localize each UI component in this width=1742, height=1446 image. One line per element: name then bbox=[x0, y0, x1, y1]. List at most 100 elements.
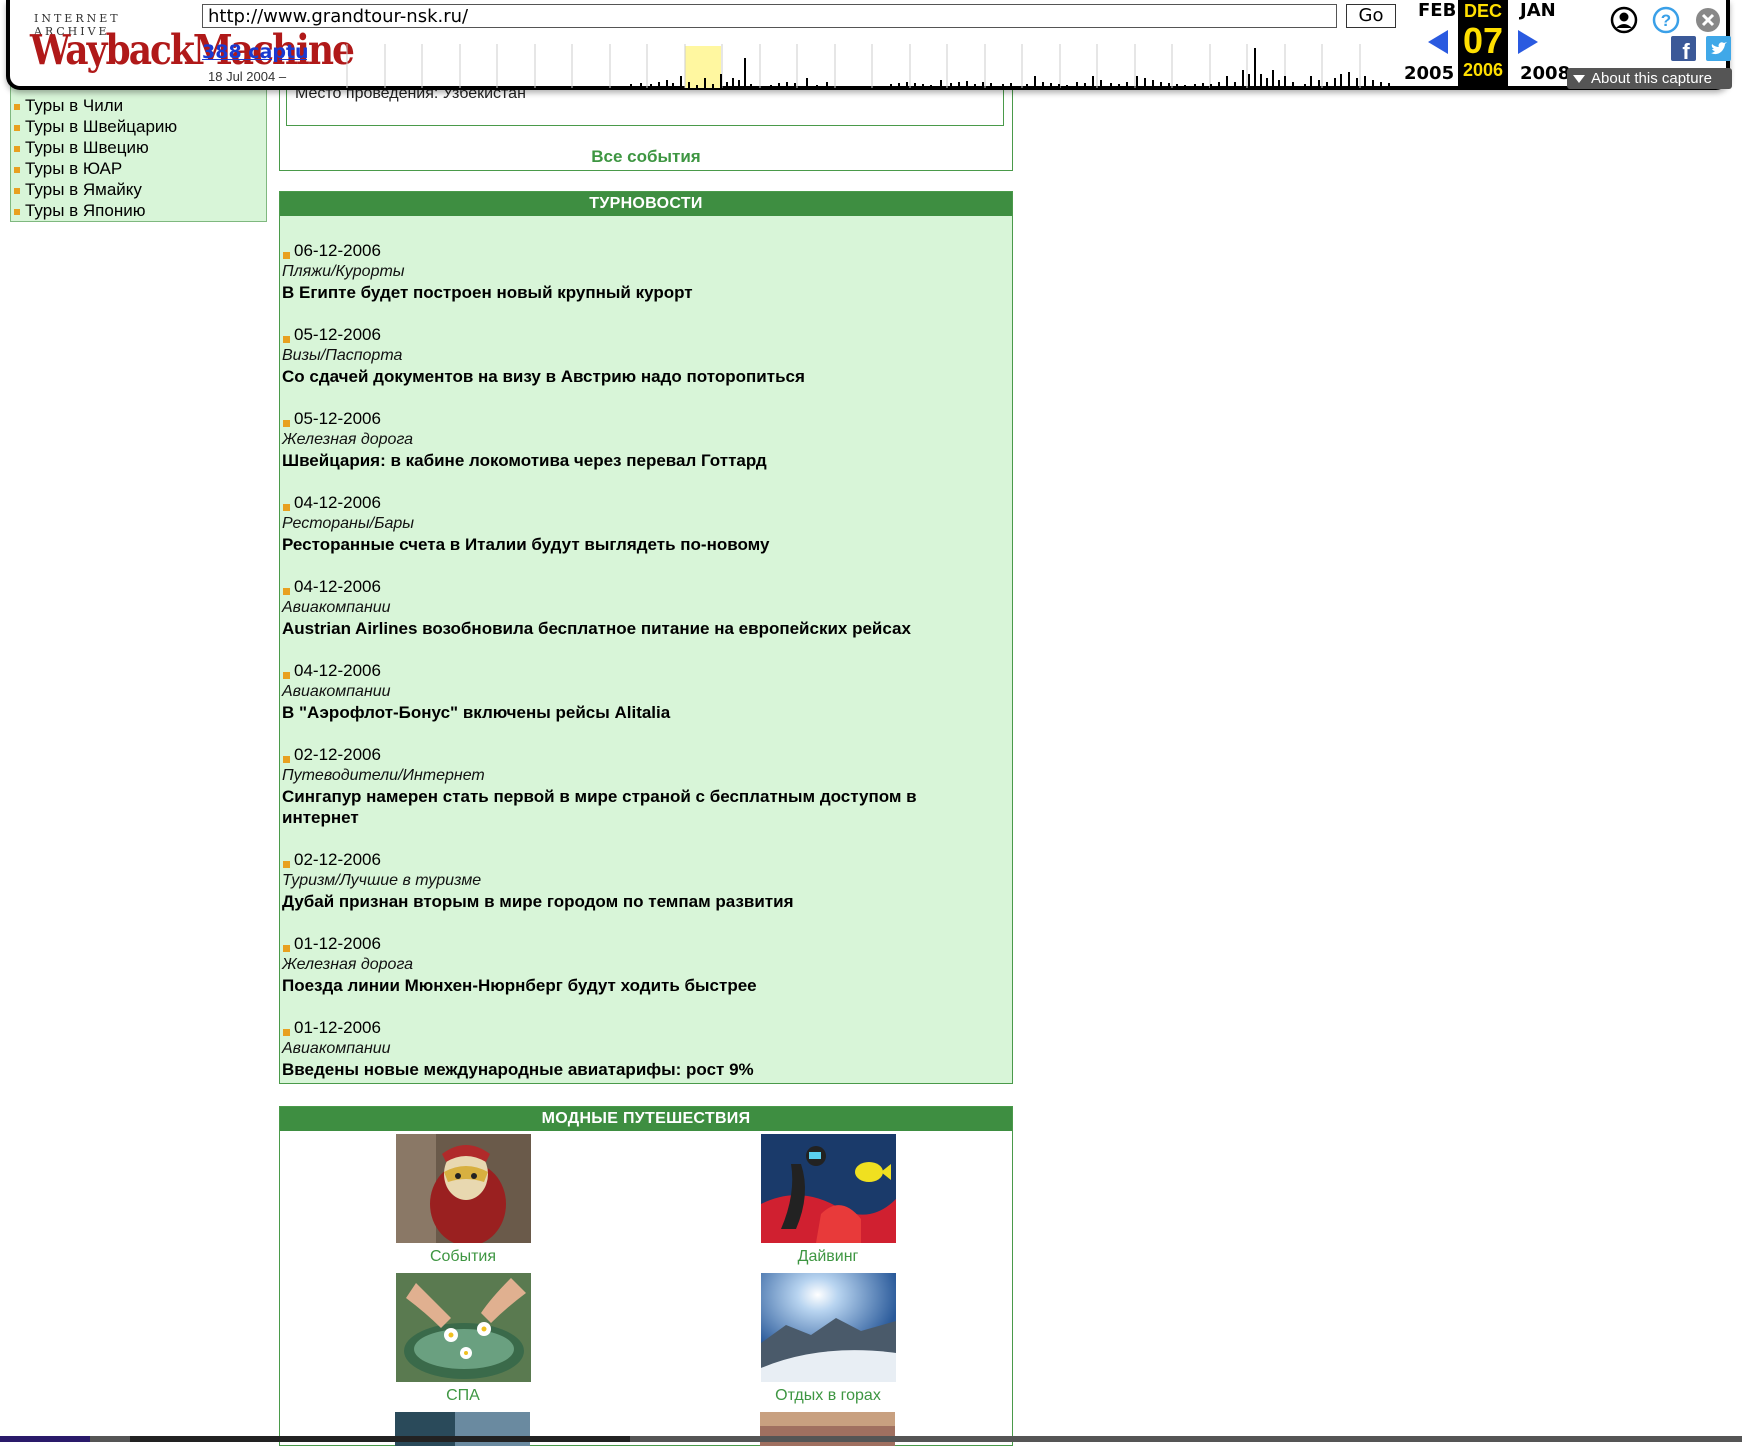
sparkline-bar[interactable] bbox=[794, 83, 796, 88]
sparkline-bar[interactable] bbox=[726, 82, 728, 88]
news-title-link[interactable]: Сингапур намерен стать первой в мире стр… bbox=[282, 786, 982, 828]
sparkline-bar[interactable] bbox=[1284, 76, 1286, 88]
sparkline-bar[interactable] bbox=[1348, 72, 1350, 88]
sparkline-bar[interactable] bbox=[630, 84, 632, 88]
sparkline-bar[interactable] bbox=[1334, 78, 1336, 88]
sparkline-bar[interactable] bbox=[744, 58, 746, 88]
sparkline-bar[interactable] bbox=[1092, 76, 1094, 88]
sparkline-bar[interactable] bbox=[712, 84, 714, 88]
sparkline-bar[interactable] bbox=[1310, 76, 1312, 88]
sparkline-bar[interactable] bbox=[966, 81, 968, 88]
sparkline-bar[interactable] bbox=[1066, 85, 1068, 88]
news-title-link[interactable]: В Египте будет построен новый крупный ку… bbox=[282, 282, 982, 303]
sparkline-bar[interactable] bbox=[750, 84, 752, 88]
sparkline-bar[interactable] bbox=[806, 78, 808, 88]
sparkline-bar[interactable] bbox=[1292, 82, 1294, 88]
events-masquerade-image[interactable] bbox=[395, 1134, 531, 1243]
url-input[interactable] bbox=[202, 4, 1337, 28]
user-icon[interactable] bbox=[1610, 6, 1638, 34]
sparkline-bar[interactable] bbox=[958, 82, 960, 88]
sparkline-bar[interactable] bbox=[1254, 48, 1256, 88]
sparkline-bar[interactable] bbox=[1318, 80, 1320, 88]
sparkline-bar[interactable] bbox=[940, 80, 942, 88]
sparkline-bar[interactable] bbox=[914, 83, 916, 88]
tile-caption[interactable]: СПА bbox=[393, 1387, 533, 1405]
sparkline-bar[interactable] bbox=[990, 83, 992, 88]
sparkline-bar[interactable] bbox=[1026, 84, 1028, 88]
sparkline-bar[interactable] bbox=[1364, 76, 1366, 88]
sidebar-item-south-africa[interactable]: Туры в ЮАР bbox=[11, 158, 266, 179]
sparkline-bar[interactable] bbox=[1226, 76, 1228, 88]
sparkline-bar[interactable] bbox=[1076, 82, 1078, 88]
sparkline-bar[interactable] bbox=[1340, 74, 1342, 88]
sparkline-bar[interactable] bbox=[1160, 82, 1162, 88]
sparkline-bar[interactable] bbox=[650, 84, 652, 88]
sparkline-bar[interactable] bbox=[672, 83, 674, 88]
captures-link[interactable]: 388 captur bbox=[202, 41, 307, 63]
sparkline-bar[interactable] bbox=[1058, 84, 1060, 88]
twitter-icon[interactable] bbox=[1706, 36, 1731, 61]
sidebar-item-chile[interactable]: Туры в Чили bbox=[11, 95, 266, 116]
news-title-link[interactable]: Швейцария: в кабине локомотива через пер… bbox=[282, 450, 982, 471]
sparkline-bar[interactable] bbox=[704, 78, 706, 88]
sparkline-bar[interactable] bbox=[658, 82, 660, 88]
sparkline-bar[interactable] bbox=[1202, 83, 1204, 88]
tile-events[interactable]: События bbox=[393, 1134, 533, 1266]
all-events-link[interactable]: Все события bbox=[280, 147, 1012, 167]
sparkline-bar[interactable] bbox=[770, 85, 772, 88]
facebook-icon[interactable]: f bbox=[1671, 36, 1696, 61]
sparkline-bar[interactable] bbox=[1248, 74, 1250, 88]
sparkline-bar[interactable] bbox=[1372, 80, 1374, 88]
news-title-link[interactable]: В "Аэрофлот-Бонус" включены рейсы Alital… bbox=[282, 702, 982, 723]
sidebar-item-jamaica[interactable]: Туры в Ямайку bbox=[11, 179, 266, 200]
sparkline-bar[interactable] bbox=[1234, 82, 1236, 88]
go-button[interactable]: Go bbox=[1346, 4, 1396, 28]
sparkline-bar[interactable] bbox=[732, 78, 734, 88]
sparkline-bar[interactable] bbox=[696, 85, 698, 88]
sparkline-bar[interactable] bbox=[720, 74, 722, 88]
tile-caption[interactable]: Дайвинг bbox=[758, 1248, 898, 1266]
prev-capture-arrow-icon[interactable] bbox=[1428, 30, 1448, 54]
sparkline-bar[interactable] bbox=[1118, 84, 1120, 88]
sidebar-item-sweden[interactable]: Туры в Швецию bbox=[11, 137, 266, 158]
sparkline-bar[interactable] bbox=[1034, 76, 1036, 88]
sparkline-bar[interactable] bbox=[680, 76, 682, 88]
tile-diving[interactable]: Дайвинг bbox=[758, 1134, 898, 1266]
sparkline-bar[interactable] bbox=[1218, 82, 1220, 88]
spa-image[interactable] bbox=[395, 1273, 531, 1382]
sparkline-bar[interactable] bbox=[1194, 84, 1196, 88]
tile-spa[interactable]: СПА bbox=[393, 1273, 533, 1405]
sparkline-bar[interactable] bbox=[666, 80, 668, 88]
sparkline-bar[interactable] bbox=[930, 85, 932, 88]
sparkline-bar[interactable] bbox=[1210, 84, 1212, 88]
sparkline-bar[interactable] bbox=[786, 82, 788, 88]
mountains-image[interactable] bbox=[760, 1273, 896, 1382]
sparkline-bar[interactable] bbox=[1010, 83, 1012, 88]
sparkline-bar[interactable] bbox=[778, 83, 780, 88]
sparkline-bar[interactable] bbox=[1388, 83, 1390, 88]
tile-mountains[interactable]: Отдых в горах bbox=[758, 1273, 898, 1405]
wayback-logo[interactable]: INTERNET ARCHIVE WaybackMachine bbox=[22, 8, 355, 74]
diving-image[interactable] bbox=[760, 1134, 896, 1243]
sparkline-bar[interactable] bbox=[1050, 83, 1052, 88]
sparkline-bar[interactable] bbox=[1042, 82, 1044, 88]
sparkline-bar[interactable] bbox=[1184, 85, 1186, 88]
news-title-link[interactable]: Ресторанные счета в Италии будут выгляде… bbox=[282, 534, 982, 555]
sparkline-bar[interactable] bbox=[1356, 78, 1358, 88]
close-icon[interactable] bbox=[1694, 6, 1722, 34]
prev-year[interactable]: 2005 bbox=[1404, 63, 1454, 84]
sparkline-bar[interactable] bbox=[1110, 83, 1112, 88]
news-title-link[interactable]: Введены новые международные авиатарифы: … bbox=[282, 1059, 982, 1080]
prev-month[interactable]: FEB bbox=[1418, 0, 1456, 21]
tile-caption[interactable]: События bbox=[393, 1248, 533, 1266]
about-capture-button[interactable]: About this capture bbox=[1567, 68, 1732, 89]
sparkline-bar[interactable] bbox=[1084, 83, 1086, 88]
sparkline-bar[interactable] bbox=[1176, 84, 1178, 88]
sparkline-bar[interactable] bbox=[816, 85, 818, 88]
next-month[interactable]: JAN bbox=[1520, 0, 1556, 21]
sparkline-bar[interactable] bbox=[1260, 74, 1262, 88]
sparkline-bar[interactable] bbox=[1266, 78, 1268, 88]
sparkline-bar[interactable] bbox=[1168, 83, 1170, 88]
sparkline-bar[interactable] bbox=[1304, 84, 1306, 88]
sparkline-bar[interactable] bbox=[1152, 80, 1154, 88]
